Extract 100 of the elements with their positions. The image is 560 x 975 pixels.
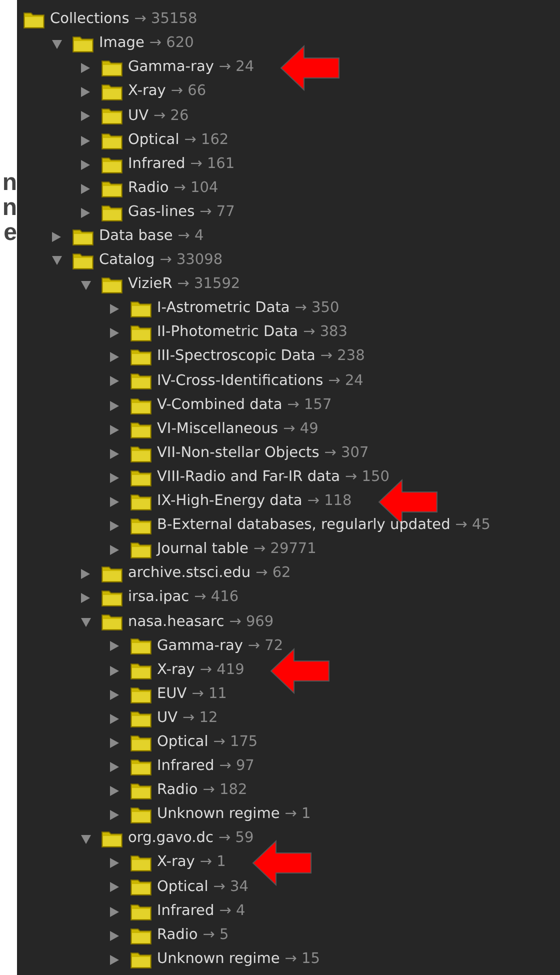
expand-triangle-icon[interactable]	[110, 352, 119, 362]
tree-item-label[interactable]: IX-High-Energy data	[157, 491, 302, 513]
item-count: → 45	[455, 516, 491, 536]
tree-item-label[interactable]: Optical	[157, 732, 208, 754]
item-count: → 182	[202, 781, 248, 800]
item-count: → 11	[192, 684, 227, 704]
tree-item-label[interactable]: VI-Miscellaneous	[157, 418, 278, 441]
folder-icon	[101, 589, 123, 608]
tree-item-label[interactable]: Radio	[157, 924, 198, 946]
tree-item-label[interactable]: V-Combined data	[157, 394, 282, 416]
tree-item-label[interactable]: III-Spectroscopic Data	[157, 346, 316, 368]
expand-triangle-icon[interactable]	[110, 328, 119, 338]
item-count: → 162	[184, 130, 229, 150]
collapse-triangle-icon[interactable]	[52, 40, 62, 49]
expand-triangle-icon[interactable]	[110, 304, 119, 314]
tree-item-label[interactable]: UV	[157, 708, 178, 730]
tree-item-label[interactable]: VIII-Radio and Far-IR data	[157, 466, 340, 489]
tree-item-label[interactable]: X-ray	[157, 852, 195, 874]
tree-item-label[interactable]: Data base	[99, 226, 173, 248]
expand-triangle-icon[interactable]	[110, 954, 119, 965]
tree-item-label[interactable]: nasa.heasarc	[128, 612, 224, 634]
expand-triangle-icon[interactable]	[110, 882, 119, 892]
tree-item-label[interactable]: Infrared	[157, 756, 214, 778]
folder-icon	[130, 950, 152, 969]
expand-triangle-icon[interactable]	[81, 208, 90, 218]
expand-triangle-icon[interactable]	[81, 184, 90, 194]
tree-item-label[interactable]: X-ray	[157, 660, 195, 682]
tree-item-label[interactable]: IV-Cross-Identifications	[157, 370, 324, 392]
item-count: → 97	[219, 757, 254, 776]
tree-item-label[interactable]: Optical	[128, 130, 180, 152]
tree-item-label[interactable]: Radio	[157, 780, 198, 802]
expand-triangle-icon[interactable]	[81, 160, 90, 170]
expand-triangle-icon[interactable]	[110, 714, 119, 724]
tree-item-label[interactable]: Infrared	[157, 900, 214, 922]
expand-triangle-icon[interactable]	[81, 136, 90, 146]
expand-triangle-icon[interactable]	[110, 496, 119, 507]
tree-item-label[interactable]: VII-Non-stellar Objects	[157, 442, 320, 465]
expand-triangle-icon[interactable]	[110, 521, 119, 532]
tree-item-label[interactable]: Journal table	[157, 539, 248, 561]
tree-item-label[interactable]: irsa.ipac	[128, 587, 190, 610]
expand-triangle-icon[interactable]	[110, 690, 119, 700]
expand-triangle-icon[interactable]	[110, 641, 119, 652]
tree-item-label[interactable]: archive.stsci.edu	[128, 563, 251, 586]
expand-triangle-icon[interactable]	[110, 930, 119, 941]
expand-triangle-icon[interactable]	[81, 63, 90, 74]
expand-triangle-icon[interactable]	[110, 545, 119, 556]
expand-triangle-icon[interactable]	[110, 786, 119, 796]
expand-triangle-icon[interactable]	[110, 762, 119, 772]
tree-item-label[interactable]: org.gavo.dc	[128, 828, 214, 850]
tree-item-label[interactable]: Unknown regime	[157, 804, 280, 826]
expand-triangle-icon[interactable]	[81, 569, 90, 580]
expand-triangle-icon[interactable]	[110, 472, 119, 483]
expand-triangle-icon[interactable]	[110, 906, 119, 917]
item-count: → 969	[229, 612, 274, 632]
folder-icon	[130, 300, 152, 318]
tree-item-label[interactable]: Infrared	[128, 154, 186, 176]
expand-triangle-icon[interactable]	[110, 810, 119, 820]
folder-icon	[101, 565, 123, 584]
tree-item-label[interactable]: X-ray	[128, 81, 166, 104]
expand-triangle-icon[interactable]	[110, 424, 119, 435]
tree-item-label[interactable]: Catalog	[99, 250, 155, 272]
tree-item-label[interactable]: II-Photometric Data	[157, 322, 298, 344]
tree-item-label[interactable]: Optical	[157, 876, 208, 898]
folder-icon	[101, 204, 123, 222]
folder-icon	[130, 662, 152, 680]
tree-item-label[interactable]: Gamma-ray	[128, 57, 214, 80]
folder-icon	[101, 180, 123, 198]
expand-triangle-icon[interactable]	[110, 738, 119, 748]
expand-triangle-icon[interactable]	[110, 666, 119, 676]
tree-item-label[interactable]: Radio	[128, 178, 169, 200]
expand-triangle-icon[interactable]	[52, 232, 61, 242]
tree-item-label[interactable]: B-External databases, regularly updated	[157, 515, 450, 537]
collapse-triangle-icon[interactable]	[81, 834, 91, 844]
collapse-triangle-icon[interactable]	[81, 280, 91, 290]
tree-item-label[interactable]: UV	[128, 106, 149, 128]
expand-triangle-icon[interactable]	[110, 858, 119, 868]
tree-item-label[interactable]: Image	[99, 33, 144, 56]
expand-triangle-icon[interactable]	[81, 111, 90, 122]
tree-item-label[interactable]: Gamma-ray	[157, 636, 243, 658]
item-count: → 161	[190, 154, 235, 174]
tree-item-label[interactable]: Collections	[50, 9, 130, 31]
expand-triangle-icon[interactable]	[110, 376, 119, 386]
collapse-triangle-icon[interactable]	[81, 618, 91, 627]
expand-triangle-icon[interactable]	[110, 400, 119, 411]
expand-triangle-icon[interactable]	[110, 448, 119, 459]
tree-item-label[interactable]: I-Astrometric Data	[157, 298, 290, 320]
tree-item-label[interactable]: EUV	[157, 684, 187, 706]
tree-item-label[interactable]: Gas-lines	[128, 202, 195, 224]
item-count: → 4	[178, 227, 204, 246]
expand-triangle-icon[interactable]	[81, 87, 90, 98]
collapse-triangle-icon[interactable]	[52, 256, 62, 266]
item-count: → 24	[218, 58, 254, 78]
tree-item-label[interactable]: VizieR	[128, 274, 172, 296]
item-count: → 1	[200, 853, 226, 872]
folder-icon	[101, 830, 123, 848]
folder-icon	[130, 420, 152, 439]
item-count: → 77	[200, 202, 235, 222]
tree-item-label[interactable]: Unknown regime	[157, 948, 280, 971]
expand-triangle-icon[interactable]	[81, 593, 90, 604]
item-count: → 1	[284, 805, 311, 824]
